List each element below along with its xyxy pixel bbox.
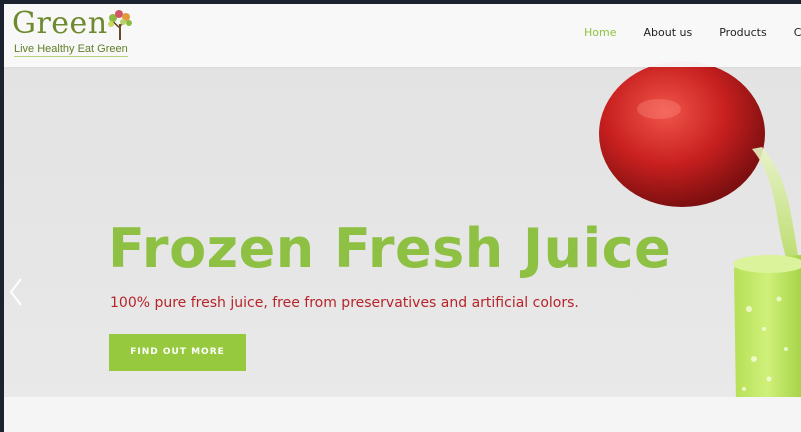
- main-nav: Home About us Products Ce: [584, 26, 801, 39]
- logo-wordmark: Green: [12, 6, 108, 41]
- nav-item-truncated[interactable]: Ce: [794, 26, 801, 39]
- browser-viewport: Green Live Healthy Eat Green Home About …: [4, 4, 801, 432]
- nav-products[interactable]: Products: [719, 26, 767, 39]
- nav-home[interactable]: Home: [584, 26, 616, 39]
- site-header: Green Live Healthy Eat Green Home About …: [4, 4, 801, 67]
- tree-icon: [108, 10, 132, 40]
- nav-about-us[interactable]: About us: [643, 26, 692, 39]
- hero-headline: Frozen Fresh Juice: [108, 217, 672, 280]
- next-section: [4, 397, 801, 432]
- logo-tagline: Live Healthy Eat Green: [14, 43, 128, 57]
- site-logo[interactable]: Green Live Healthy Eat Green: [12, 6, 137, 62]
- hero-slider: Frozen Fresh Juice 100% pure fresh juice…: [4, 61, 801, 404]
- chevron-left-icon[interactable]: [8, 277, 24, 307]
- find-out-more-button[interactable]: FIND OUT MORE: [109, 334, 246, 371]
- hero-subtitle: 100% pure fresh juice, free from preserv…: [110, 295, 579, 311]
